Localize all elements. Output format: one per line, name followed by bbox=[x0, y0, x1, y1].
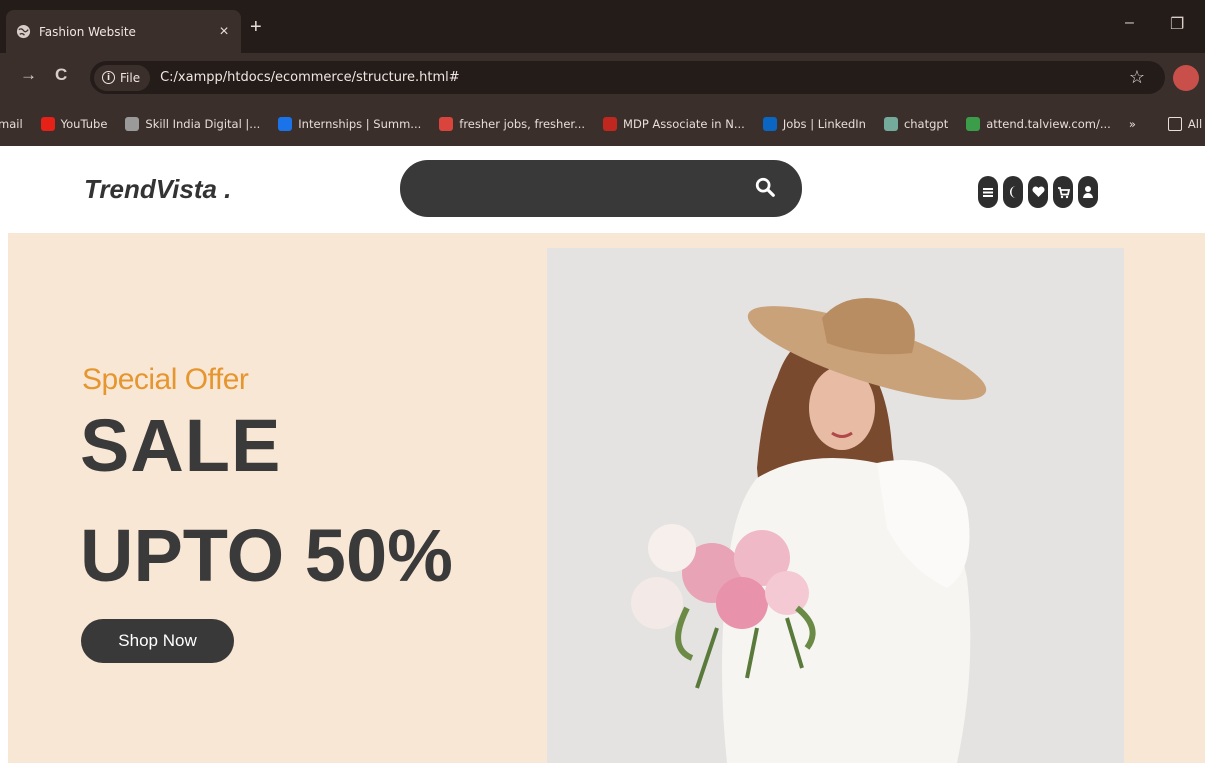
bookmark-item[interactable]: mail bbox=[0, 117, 23, 131]
bookmark-favicon-icon bbox=[966, 116, 981, 131]
bookmark-label: attend.talview.com/... bbox=[986, 116, 1111, 131]
site-logo[interactable]: TrendVista . bbox=[84, 174, 231, 205]
site-info-chip[interactable]: i File bbox=[94, 64, 151, 91]
bookmark-favicon-icon bbox=[883, 116, 898, 131]
bookmark-favicon-icon bbox=[439, 116, 454, 131]
more-bookmarks-button[interactable]: » bbox=[1129, 117, 1136, 131]
bookmark-item[interactable]: attend.talview.com/... bbox=[966, 116, 1111, 131]
woman-with-flowers-image bbox=[547, 248, 1124, 763]
browser-toolbar: → C i File C:/xampp/htdocs/ecommerce/str… bbox=[0, 53, 1205, 101]
bookmark-favicon-icon bbox=[40, 116, 55, 131]
bookmark-item[interactable]: YouTube bbox=[40, 116, 108, 131]
bookmark-label: YouTube bbox=[60, 116, 108, 131]
info-icon: i bbox=[102, 71, 115, 84]
moon-icon[interactable] bbox=[1003, 176, 1023, 208]
user-icon[interactable] bbox=[1078, 176, 1098, 208]
bookmark-label: MDP Associate in N... bbox=[623, 116, 745, 131]
bookmark-favicon-icon bbox=[278, 116, 293, 131]
bookmark-favicon-icon bbox=[762, 116, 777, 131]
browser-chrome: Fashion Website × + – ❐ → C i File C:/xa… bbox=[0, 0, 1205, 146]
address-bar[interactable]: i File C:/xampp/htdocs/ecommerce/structu… bbox=[90, 61, 1165, 94]
all-bookmarks-button[interactable]: All Bookr bbox=[1167, 116, 1205, 131]
hero-photo bbox=[547, 248, 1124, 763]
menu-icon[interactable] bbox=[978, 176, 998, 208]
url-text[interactable]: C:/xampp/htdocs/ecommerce/structure.html… bbox=[160, 70, 1129, 85]
bookmark-label: Internships | Summ... bbox=[298, 116, 422, 131]
new-tab-button[interactable]: + bbox=[250, 16, 262, 39]
bookmark-item[interactable]: MDP Associate in N... bbox=[603, 116, 745, 131]
header-icons bbox=[978, 176, 1098, 208]
sale-heading: SALE bbox=[80, 404, 282, 487]
search-icon[interactable] bbox=[754, 176, 776, 198]
tab-title: Fashion Website bbox=[39, 24, 136, 39]
bookmark-item[interactable]: Internships | Summ... bbox=[278, 116, 422, 131]
restore-button[interactable]: ❐ bbox=[1170, 14, 1184, 34]
bookmark-favicon-icon bbox=[603, 116, 618, 131]
search-bar[interactable] bbox=[400, 160, 802, 217]
bookmark-star-icon[interactable]: ☆ bbox=[1129, 67, 1145, 88]
cart-icon[interactable] bbox=[1053, 176, 1073, 208]
bookmark-label: mail bbox=[0, 116, 23, 131]
all-bookmarks-label: All Bookr bbox=[1187, 116, 1205, 131]
file-label: File bbox=[120, 70, 141, 85]
hero-banner: Special Offer SALE UPTO 50% Shop Now bbox=[8, 233, 1205, 763]
bookmark-item[interactable]: Skill India Digital |... bbox=[125, 116, 261, 131]
bookmark-item[interactable]: chatgpt bbox=[883, 116, 949, 131]
bookmark-item[interactable]: fresher jobs, fresher... bbox=[439, 116, 586, 131]
special-offer-text: Special Offer bbox=[82, 363, 249, 396]
bookmark-label: Jobs | LinkedIn bbox=[782, 116, 866, 131]
browser-tab[interactable]: Fashion Website × bbox=[6, 10, 241, 53]
bookmark-label: fresher jobs, fresher... bbox=[459, 116, 586, 131]
tab-strip: Fashion Website × + – ❐ bbox=[0, 0, 1205, 53]
heart-icon[interactable] bbox=[1028, 176, 1048, 208]
profile-avatar[interactable] bbox=[1173, 65, 1199, 91]
bookmarks-bar: mail YouTube Skill India Digital |... Inter… bbox=[0, 101, 1205, 146]
site-header: TrendVista . bbox=[0, 146, 1205, 233]
bookmark-item[interactable]: Jobs | LinkedIn bbox=[762, 116, 866, 131]
minimize-button[interactable]: – bbox=[1125, 14, 1134, 32]
folder-icon bbox=[1167, 116, 1182, 131]
forward-icon[interactable]: → bbox=[20, 65, 37, 85]
bookmark-label: chatgpt bbox=[903, 116, 949, 131]
shop-now-button[interactable]: Shop Now bbox=[81, 619, 234, 663]
webpage: TrendVista . Special Offer SALE UPTO 50%… bbox=[0, 146, 1205, 763]
reload-icon[interactable]: C bbox=[55, 65, 67, 85]
tab-close-icon[interactable]: × bbox=[213, 23, 235, 41]
discount-heading: UPTO 50% bbox=[80, 514, 453, 597]
bookmark-favicon-icon bbox=[125, 116, 140, 131]
globe-icon bbox=[16, 24, 31, 39]
bookmark-label: Skill India Digital |... bbox=[145, 116, 261, 131]
